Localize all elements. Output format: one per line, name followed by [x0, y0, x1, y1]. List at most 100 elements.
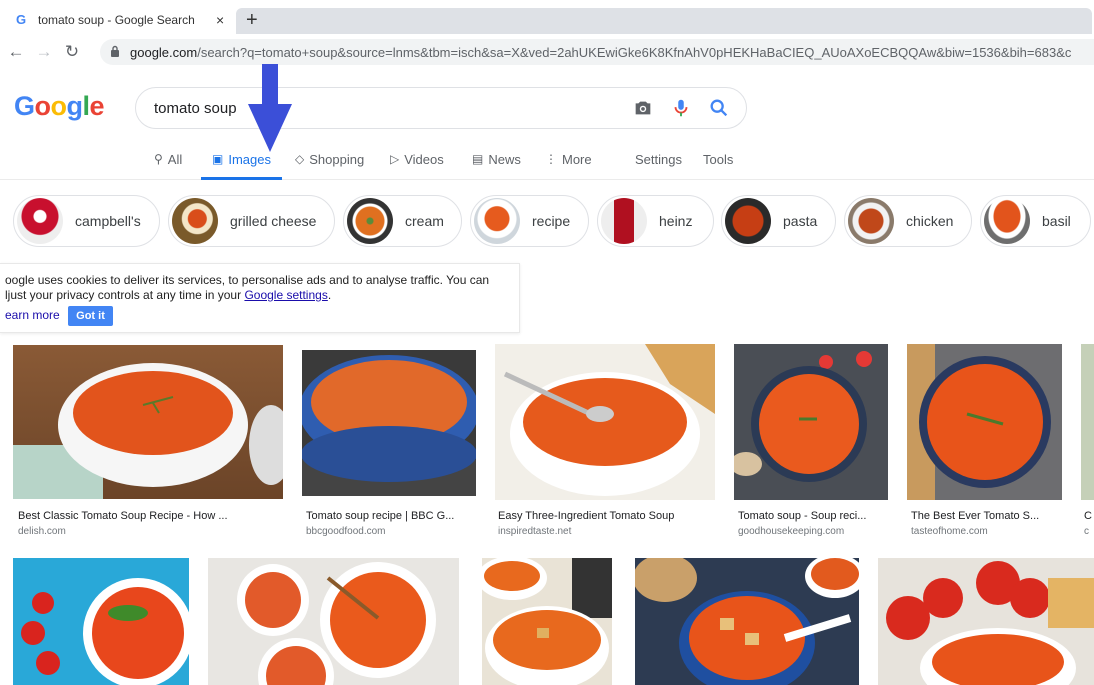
result-image[interactable]: [495, 344, 715, 500]
chip-pasta[interactable]: pasta: [721, 195, 836, 247]
chip-thumbnail: [172, 198, 218, 244]
tab-images[interactable]: ▣ Images: [201, 152, 282, 180]
result-caption[interactable]: Easy Three-Ingredient Tomato Soup: [498, 510, 718, 522]
result-image[interactable]: [878, 558, 1094, 685]
tab-images-label: Images: [228, 152, 271, 167]
tab-more[interactable]: ⋮ More: [545, 152, 592, 180]
tools-label: Tools: [703, 152, 734, 167]
result-image[interactable]: [13, 345, 283, 499]
more-vert-icon: ⋮: [545, 152, 557, 166]
tab-title: tomato soup - Google Search: [38, 12, 195, 27]
news-icon: ▤: [472, 152, 484, 166]
result-caption[interactable]: C: [1084, 510, 1094, 522]
result-image[interactable]: [635, 558, 859, 685]
chip-thumbnail: [725, 198, 771, 244]
logo-letter: g: [66, 91, 84, 121]
search-input[interactable]: [154, 98, 614, 118]
url-text: google.com/search?q=tomato+soup&source=l…: [130, 45, 1090, 60]
logo-letter: e: [89, 91, 105, 121]
logo-letter: o: [34, 91, 52, 121]
annotation-arrow: [248, 64, 292, 154]
url-host: google.com: [130, 44, 198, 60]
chip-thumbnail: [848, 198, 894, 244]
search-icon: ⚲: [154, 152, 163, 166]
url-field[interactable]: google.com/search?q=tomato+soup&source=l…: [100, 39, 1094, 65]
result-image[interactable]: [907, 344, 1062, 500]
chip-thumbnail: [984, 198, 1030, 244]
chip-label: recipe: [532, 213, 571, 229]
got-it-button[interactable]: Got it: [68, 306, 113, 326]
tab-news[interactable]: ▤ News: [472, 152, 521, 180]
tab-all[interactable]: ⚲ All: [154, 152, 182, 180]
tab-shopping-label: Shopping: [309, 152, 365, 167]
chip-label: pasta: [783, 213, 818, 229]
chip-basil[interactable]: basil: [980, 195, 1091, 247]
camera-icon[interactable]: [632, 97, 656, 121]
tab-videos[interactable]: ▷ Videos: [390, 152, 444, 180]
result-source: c: [1084, 526, 1089, 537]
tag-icon: ◇: [295, 152, 305, 166]
result-caption[interactable]: Tomato soup - Soup reci...: [738, 510, 888, 522]
settings-label: Settings: [635, 152, 682, 167]
result-source: inspiredtaste.net: [498, 526, 572, 537]
chip-thumbnail: [474, 198, 520, 244]
result-image[interactable]: [734, 344, 888, 500]
result-image[interactable]: [482, 558, 612, 685]
browser-tab-bar: G tomato soup - Google Search × +: [0, 0, 1094, 37]
cookie-text-prefix: ljust your privacy controls at any time …: [5, 288, 245, 302]
result-image-partial[interactable]: [1081, 344, 1094, 500]
browser-tab[interactable]: G tomato soup - Google Search ×: [6, 4, 230, 35]
chip-label: basil: [1042, 213, 1071, 229]
chip-grilled-cheese[interactable]: grilled cheese: [168, 195, 335, 247]
image-icon: ▣: [212, 152, 224, 166]
result-caption[interactable]: The Best Ever Tomato S...: [911, 510, 1063, 522]
tab-news-label: News: [488, 152, 521, 167]
chip-recipe[interactable]: recipe: [470, 195, 589, 247]
cookie-notice: oogle uses cookies to deliver its servic…: [0, 263, 520, 333]
reload-icon[interactable]: ↻: [58, 42, 86, 62]
logo-letter: G: [14, 91, 35, 121]
chip-thumbnail: [17, 198, 63, 244]
learn-more-link[interactable]: earn more: [5, 308, 60, 322]
chip-thumbnail: [601, 198, 647, 244]
settings-link[interactable]: Settings: [635, 152, 682, 180]
google-settings-link[interactable]: Google settings: [244, 288, 327, 302]
result-source: tasteofhome.com: [911, 526, 988, 537]
search-type-tabs: ⚲ All ▣ Images ◇ Shopping ▷ Videos ▤ News ⋮ Mo…: [0, 146, 1094, 180]
result-source: delish.com: [18, 526, 66, 537]
google-logo[interactable]: Google: [14, 91, 105, 122]
chip-label: cream: [405, 213, 444, 229]
microphone-icon[interactable]: [670, 97, 694, 121]
chip-campbells[interactable]: campbell's: [13, 195, 160, 247]
related-chips: campbell's grilled cheese cream recipe h…: [0, 195, 1094, 248]
logo-letter: o: [50, 91, 68, 121]
logo-letter: l: [82, 91, 91, 121]
chip-chicken[interactable]: chicken: [844, 195, 972, 247]
url-path: /search?q=tomato+soup&source=lnms&tbm=is…: [197, 44, 1072, 60]
result-image[interactable]: [13, 558, 189, 685]
cookie-text-line2: ljust your privacy controls at any time …: [5, 288, 331, 302]
search-box: [135, 87, 747, 129]
close-tab-icon[interactable]: ×: [216, 12, 224, 28]
result-caption[interactable]: Tomato soup recipe | BBC G...: [306, 510, 476, 522]
chip-cream[interactable]: cream: [343, 195, 462, 247]
forward-icon[interactable]: →: [30, 42, 58, 62]
result-image[interactable]: [302, 350, 476, 496]
search-icon[interactable]: [708, 97, 732, 121]
tab-shopping[interactable]: ◇ Shopping: [295, 152, 364, 180]
tools-link[interactable]: Tools: [703, 152, 733, 180]
cookie-text-line1: oogle uses cookies to deliver its servic…: [5, 273, 490, 287]
result-caption[interactable]: Best Classic Tomato Soup Recipe - How ..…: [18, 510, 278, 522]
chip-heinz[interactable]: heinz: [597, 195, 714, 247]
result-image[interactable]: [208, 558, 459, 685]
chip-label: heinz: [659, 213, 693, 229]
back-icon[interactable]: ←: [2, 42, 30, 62]
play-icon: ▷: [390, 152, 400, 166]
chip-label: campbell's: [75, 213, 141, 229]
google-favicon-icon: G: [16, 11, 27, 27]
address-bar: ← → ↻ google.com/search?q=tomato+soup&so…: [0, 37, 1094, 67]
new-tab-button[interactable]: +: [246, 9, 258, 32]
tab-videos-label: Videos: [404, 152, 444, 167]
chip-label: chicken: [906, 213, 954, 229]
tab-more-label: More: [562, 152, 592, 167]
